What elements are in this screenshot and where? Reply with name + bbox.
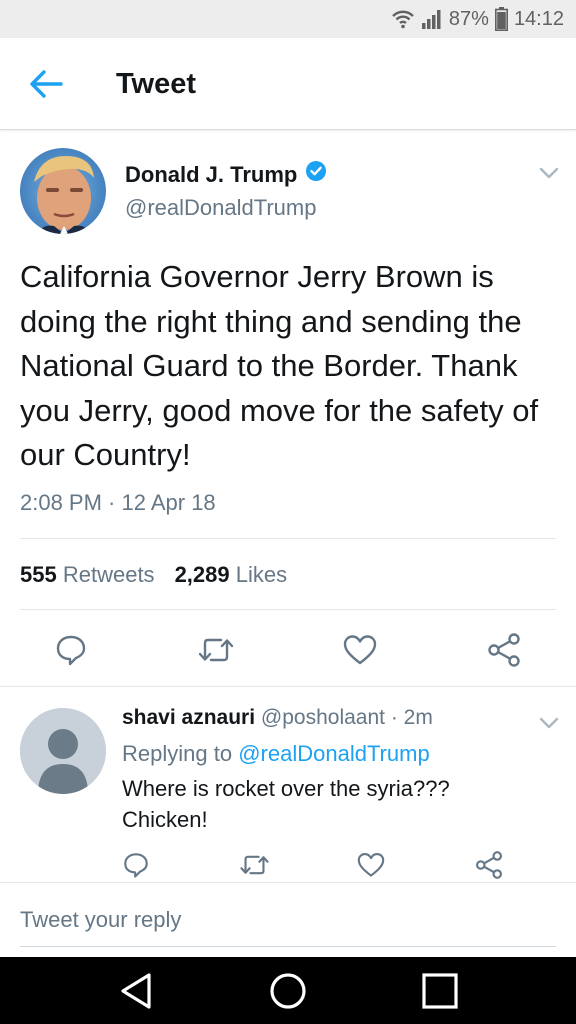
reply-icon [124, 853, 148, 878]
share-button[interactable] [484, 630, 524, 670]
battery-percent: 87% [448, 7, 489, 30]
retweet-count: 555 [20, 562, 57, 587]
reply-header: shavi aznauri @posholaant · 2m [122, 704, 433, 732]
retweet-stat[interactable]: 555 Retweets [20, 560, 155, 590]
divider [20, 609, 556, 610]
back-button[interactable] [26, 66, 66, 102]
reply-text: Where is rocket over the syria??? Chicke… [122, 773, 552, 835]
navigation-bar [0, 957, 576, 1024]
share-icon [475, 851, 503, 879]
compose-underline [20, 946, 556, 947]
reply-author-handle: @posholaant [260, 706, 385, 729]
wifi-icon [391, 9, 415, 29]
tweet-timestamp: 2:08 PM · 12 Apr 18 [20, 490, 216, 515]
reply-text-line: Chicken! [122, 807, 208, 832]
reply-author-name[interactable]: shavi aznauri [122, 706, 255, 729]
tweet-stats: 555 Retweets 2,289 Likes [20, 560, 287, 590]
like-stat[interactable]: 2,289 Likes [175, 560, 288, 590]
nav-recents-icon [422, 972, 458, 1009]
nav-home-button[interactable] [248, 957, 328, 1024]
replying-to-label: Replying to [122, 741, 233, 766]
nav-recents-button[interactable] [400, 957, 480, 1024]
reply-icon [56, 635, 86, 666]
divider [0, 686, 576, 687]
like-count: 2,289 [174, 562, 230, 587]
divider [0, 882, 576, 883]
retweet-button[interactable] [196, 630, 236, 670]
nav-back-icon [121, 972, 151, 1009]
share-icon [488, 633, 520, 667]
reply-time: · 2m [390, 706, 433, 729]
author-handle: @realDonaldTrump [125, 195, 317, 220]
status-bar-right: 87% 14:12 [391, 0, 564, 38]
signal-icon [421, 8, 443, 30]
author-name[interactable]: Donald J. Trump [125, 160, 327, 190]
reply-button[interactable] [120, 848, 152, 882]
heart-icon [357, 852, 385, 877]
retweets-label: Retweets [62, 562, 155, 587]
likes-label: Likes [235, 562, 288, 587]
status-bar: 87% 14:12 [0, 0, 576, 38]
heart-icon [343, 635, 377, 665]
retweet-icon [239, 855, 269, 875]
reply-compose-input[interactable]: Tweet your reply [20, 905, 181, 935]
reply-text-line: Where is rocket over the syria??? [122, 776, 450, 801]
replying-to-mention[interactable]: @realDonaldTrump [238, 741, 429, 766]
app-bar: Tweet [0, 38, 576, 130]
tweet-text: California Governor Jerry Brown is doing… [20, 259, 539, 472]
divider [20, 538, 556, 539]
reply-avatar[interactable] [20, 708, 106, 794]
tweet-actions [0, 630, 576, 670]
retweet-icon [198, 638, 234, 662]
author-avatar[interactable] [20, 148, 106, 234]
reply-button[interactable] [51, 630, 91, 670]
page-title: Tweet [116, 68, 197, 100]
verified-badge-icon [305, 160, 327, 190]
nav-back-button[interactable] [96, 957, 176, 1024]
back-arrow-icon [30, 70, 63, 98]
author-name-text: Donald J. Trump [125, 162, 298, 187]
share-button[interactable] [473, 848, 505, 882]
replying-to: Replying to @realDonaldTrump [122, 740, 430, 768]
nav-home-icon [270, 972, 306, 1009]
chevron-down-icon[interactable] [538, 166, 560, 180]
like-button[interactable] [340, 630, 380, 670]
battery-icon [494, 7, 508, 31]
like-button[interactable] [355, 848, 387, 882]
retweet-button[interactable] [237, 848, 271, 882]
chevron-down-icon[interactable] [538, 716, 560, 730]
status-time: 14:12 [513, 7, 564, 30]
